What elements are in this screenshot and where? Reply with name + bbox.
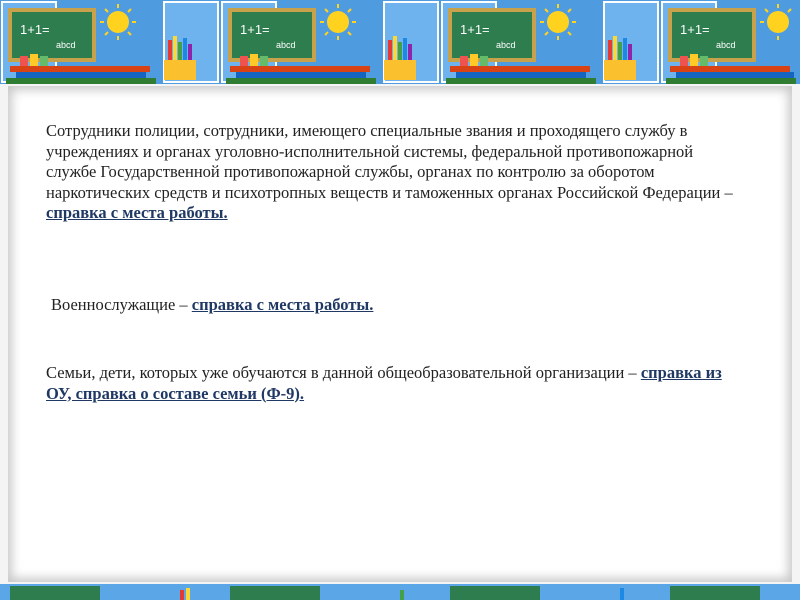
banner-strip	[0, 584, 800, 600]
paragraph-text: Сотрудники полиции, сотрудники, имеющего…	[46, 121, 733, 202]
chalkboard-icon: 1+1= abcd	[448, 8, 536, 62]
chalkboard-text-2: abcd	[716, 40, 736, 50]
paragraph-text: Военнослужащие –	[51, 295, 192, 314]
chalkboard-text: 1+1=	[20, 22, 50, 37]
chalkboard-text-2: abcd	[56, 40, 76, 50]
chalkboard-icon: 1+1= abcd	[8, 8, 96, 62]
document-link[interactable]: справка с места работы.	[46, 203, 228, 222]
chalkboard-text-2: abcd	[496, 40, 516, 50]
banner-tile: 1+1= abcd	[440, 0, 660, 84]
paragraph-text: Семьи, дети, которых уже обучаются в дан…	[46, 363, 641, 382]
paragraph-military: Военнослужащие – справка с места работы.	[51, 295, 751, 316]
paragraph-families: Семьи, дети, которых уже обучаются в дан…	[46, 363, 746, 404]
chalkboard-icon: 1+1= abcd	[668, 8, 756, 62]
chalkboard-text-2: abcd	[276, 40, 296, 50]
banner-tile: 1+1= abcd	[0, 0, 220, 84]
banner-tile: 1+1= abcd	[220, 0, 440, 84]
chalkboard-text: 1+1=	[240, 22, 270, 37]
document-link[interactable]: справка с места работы.	[192, 295, 374, 314]
chalkboard-text: 1+1=	[680, 22, 710, 37]
chalkboard-text: 1+1=	[460, 22, 490, 37]
bottom-decorative-banner	[0, 584, 800, 600]
banner-tile: 1+1= abcd	[660, 0, 800, 84]
paragraph-police: Сотрудники полиции, сотрудники, имеющего…	[46, 121, 746, 224]
top-decorative-banner: 1+1= abcd 1+1= abcd 1+1= abcd 1+1= abcd	[0, 0, 800, 84]
chalkboard-icon: 1+1= abcd	[228, 8, 316, 62]
